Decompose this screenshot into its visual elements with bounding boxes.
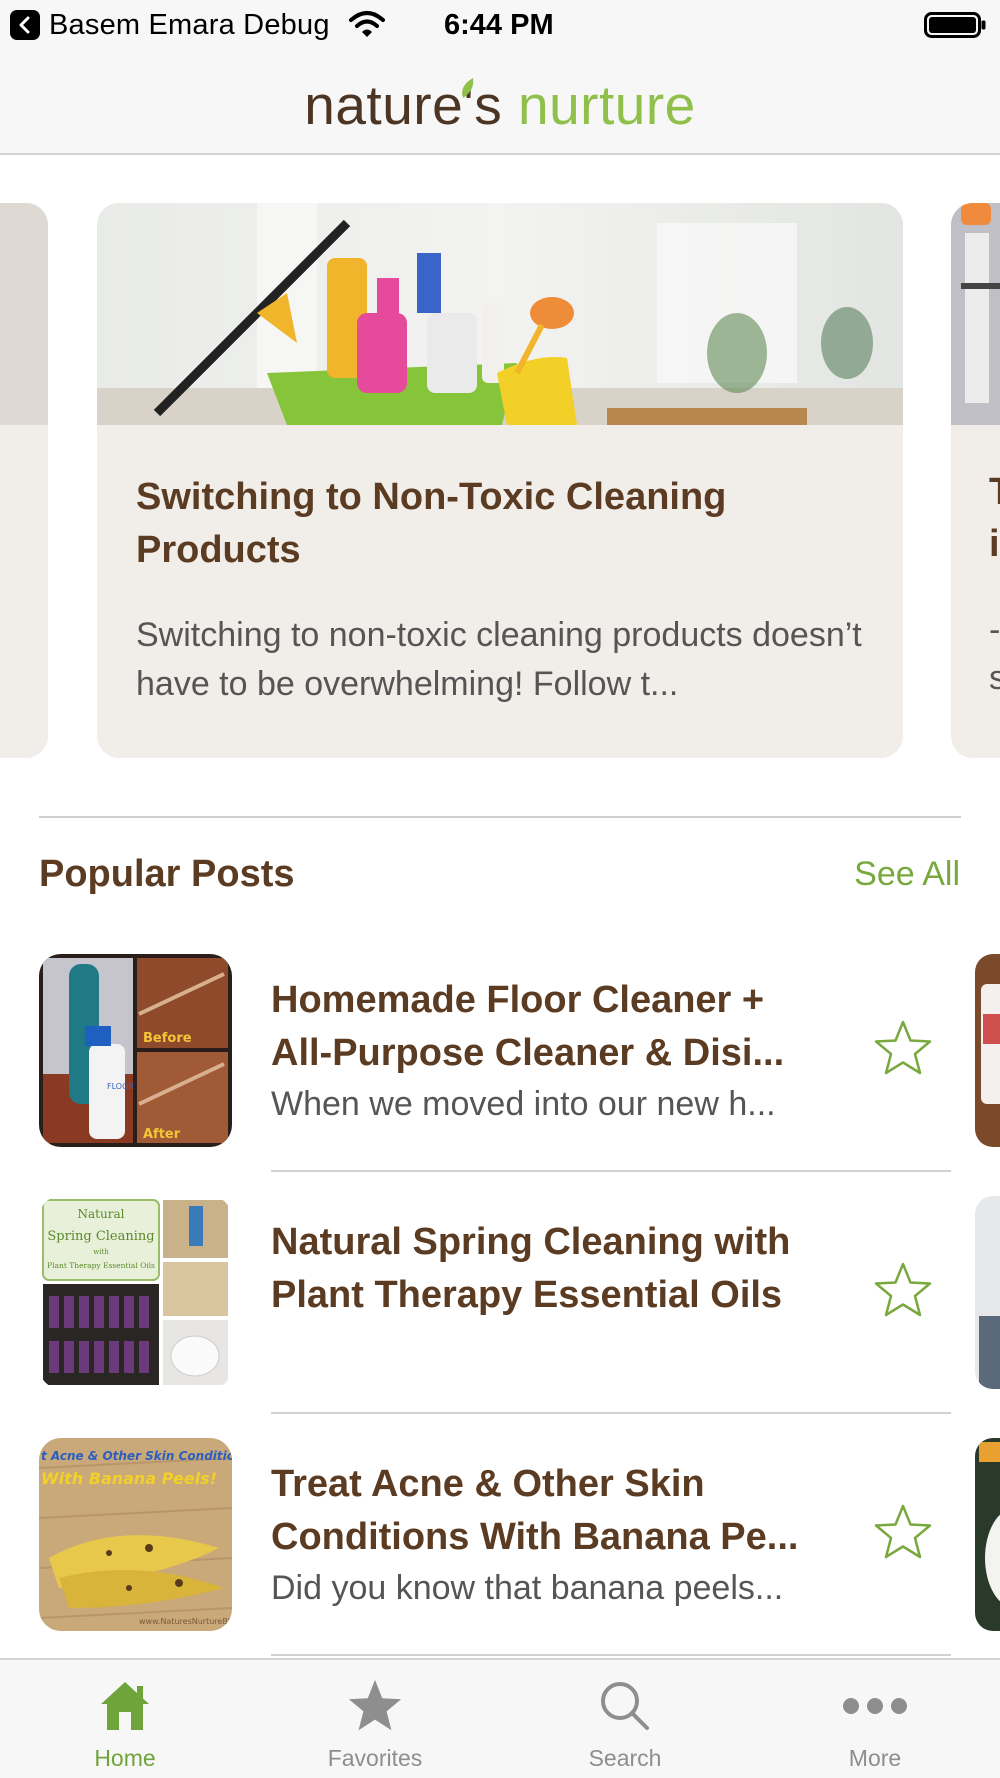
star-icon <box>348 1679 402 1731</box>
home-icon <box>101 1682 149 1730</box>
search-icon <box>601 1682 649 1730</box>
tab-home-label: Home <box>94 1745 156 1771</box>
offscreen-thumbnail <box>975 954 1000 1147</box>
tab-home[interactable]: Home <box>0 1660 250 1778</box>
post-excerpt: Did you know that banana peels... <box>271 1569 784 1607</box>
post-title: Treat Acne & Other Skin Conditions With … <box>271 1463 799 1558</box>
featured-card-next-excerpt-fragment-1: - <box>989 611 1000 649</box>
see-all-button[interactable]: See All <box>854 852 960 896</box>
post-list-item[interactable]: Natural Spring Cleaning with Plant Thera… <box>0 1196 1000 1437</box>
brand-logo[interactable]: nature's nurture <box>0 72 1000 138</box>
featured-card-next-image <box>951 203 1000 425</box>
favorite-star-icon[interactable] <box>872 1260 934 1322</box>
favorite-star-icon[interactable] <box>872 1502 934 1564</box>
leaf-icon <box>462 78 474 98</box>
offscreen-thumbnail <box>975 1196 1000 1389</box>
logo-word-nurture: nurture <box>517 74 696 136</box>
featured-card-previous-image <box>0 203 48 425</box>
popular-posts-title: Popular Posts <box>39 853 295 895</box>
featured-card-previous[interactable] <box>0 203 48 758</box>
post-divider <box>271 1170 951 1172</box>
status-time: 6:44 PM <box>444 9 554 41</box>
featured-card-title: Switching to Non-Toxic Cleaning Products <box>136 476 727 571</box>
post-title: Natural Spring Cleaning with Plant Thera… <box>271 1221 791 1316</box>
featured-carousel[interactable]: Switching to Non-Toxic Cleaning Products… <box>0 203 1000 758</box>
section-divider <box>39 816 961 818</box>
post-divider <box>271 1412 951 1414</box>
wifi-icon <box>349 11 385 37</box>
post-excerpt: When we moved into our new h... <box>271 1085 776 1123</box>
app-screen: Basem Emara Debug 6:44 PM nature's nurtu… <box>0 0 1000 1778</box>
featured-card-image <box>97 203 903 425</box>
featured-card-next-title-fragment-1: T <box>989 471 1000 514</box>
back-arrow-icon <box>10 10 40 40</box>
featured-card[interactable]: Switching to Non-Toxic Cleaning Products… <box>97 203 903 758</box>
battery-icon <box>924 12 986 38</box>
featured-card-next-excerpt-fragment-2: s <box>989 659 1000 697</box>
post-divider <box>271 1654 951 1656</box>
thumb-before-label: Before <box>143 1031 192 1046</box>
thumb-watermark: www.NaturesNurtureBl <box>139 1617 230 1626</box>
favorite-star-icon[interactable] <box>872 1018 934 1080</box>
tab-more[interactable]: More <box>750 1660 1000 1778</box>
post-thumbnail: FLOOR CLEANER Before After <box>39 954 232 1147</box>
thumb-text-line2: Spring Cleaning <box>47 1229 154 1244</box>
thumb-text-line1: t Acne & Other Skin Conditions <box>41 1449 232 1463</box>
tab-bar: Home Favorites Search More <box>0 1658 1000 1778</box>
tab-more-label: More <box>848 1745 902 1771</box>
tab-search[interactable]: Search <box>500 1660 750 1778</box>
tab-favorites-label: Favorites <box>327 1745 423 1771</box>
app-header: nature's nurture <box>0 52 1000 155</box>
post-title: Homemade Floor Cleaner + All-Purpose Cle… <box>271 979 785 1074</box>
more-icon <box>843 1698 907 1714</box>
post-list-item[interactable]: t Acne & Other Skin Conditions With Bana… <box>0 1438 1000 1679</box>
post-list-item[interactable]: FLOOR CLEANER Before After Homemade Floo… <box>0 954 1000 1195</box>
back-to-app-button[interactable]: Basem Emara Debug <box>10 10 330 40</box>
thumb-text-line4: Plant Therapy Essential Oils <box>47 1261 155 1270</box>
back-app-label: Basem Emara Debug <box>49 9 330 41</box>
offscreen-thumbnail <box>975 1438 1000 1631</box>
status-bar: Basem Emara Debug 6:44 PM <box>0 0 1000 52</box>
featured-card-excerpt: Switching to non-toxic cleaning products… <box>136 616 862 703</box>
post-thumbnail: Natural Spring Cleaning with Plant Thera… <box>39 1196 232 1389</box>
thumb-text-line2: With Banana Peels! <box>41 1469 217 1488</box>
thumb-text-line3: with <box>93 1248 109 1256</box>
tab-search-label: Search <box>588 1745 662 1771</box>
thumb-after-label: After <box>143 1127 181 1142</box>
post-thumbnail: t Acne & Other Skin Conditions With Bana… <box>39 1438 232 1631</box>
featured-card-next[interactable]: T i - s <box>951 203 1000 758</box>
tab-favorites[interactable]: Favorites <box>250 1660 500 1778</box>
thumb-text-line1: Natural <box>78 1207 125 1221</box>
featured-card-next-title-fragment-2: i <box>989 523 1000 565</box>
